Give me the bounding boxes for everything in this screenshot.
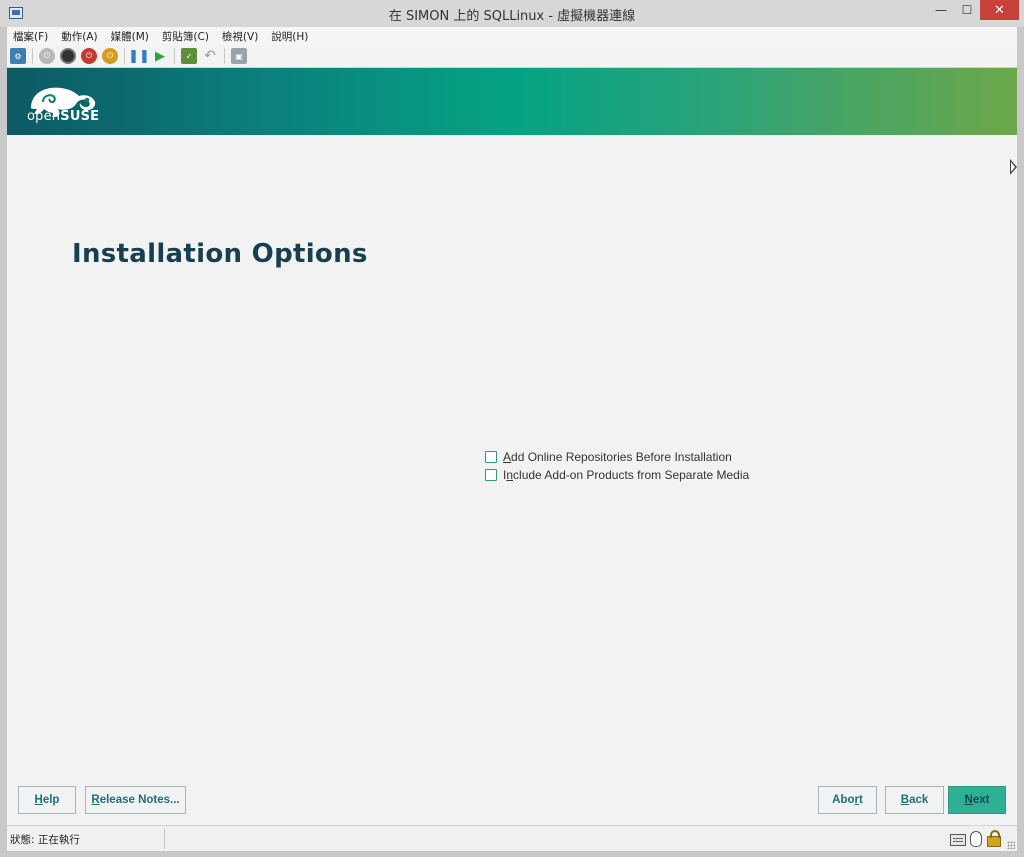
lock-icon	[987, 830, 1001, 847]
button-label: t	[859, 794, 863, 806]
status-text: 狀態: 正在執行	[10, 834, 80, 846]
checkbox-box[interactable]	[485, 451, 497, 463]
ctrl-alt-del-icon[interactable]: ⚙	[10, 48, 26, 64]
page-title: Installation Options	[72, 239, 368, 269]
menu-action[interactable]: 動作(A)	[61, 29, 97, 44]
status-divider	[164, 829, 165, 849]
button-label: Abo	[832, 794, 855, 806]
save-icon[interactable]: ⏻	[102, 48, 118, 64]
menu-help[interactable]: 說明(H)	[271, 29, 308, 44]
window-title-bar[interactable]: 在 SIMON 上的 SQLLinux - 虛擬機器連線 — ☐ ✕	[0, 0, 1024, 27]
checkbox-box[interactable]	[485, 469, 497, 481]
menu-bar: 檔案(F) 動作(A) 媒體(M) 剪貼簿(C) 檢視(V) 說明(H)	[7, 27, 1017, 45]
menu-media[interactable]: 媒體(M)	[111, 29, 149, 44]
toolbar-separator	[124, 48, 125, 64]
button-accelerator: B	[900, 794, 910, 806]
minimize-button[interactable]: —	[928, 0, 954, 20]
revert-icon[interactable]: ↶	[202, 48, 218, 64]
help-button[interactable]: Help	[18, 786, 76, 814]
next-button[interactable]: Next	[948, 786, 1006, 814]
enhanced-session-icon[interactable]: ▣	[231, 48, 247, 64]
vm-connection-window: 檔案(F) 動作(A) 媒體(M) 剪貼簿(C) 檢視(V) 說明(H) ⚙ ⏻…	[7, 27, 1017, 851]
resume-icon[interactable]: ▶	[152, 48, 168, 64]
toolbar-separator	[32, 48, 33, 64]
shutdown-icon[interactable]: ⏻	[81, 48, 97, 64]
label-post: clude Add-on Products from Separate Medi…	[513, 468, 750, 482]
button-label: ext	[972, 794, 990, 806]
mouse-icon	[970, 831, 982, 847]
status-bar: 狀態: 正在執行	[7, 825, 1017, 851]
button-label: ack	[909, 794, 929, 806]
maximize-button[interactable]: ☐	[954, 0, 980, 20]
opensuse-wordmark: openSUSE	[27, 109, 99, 124]
opensuse-banner: openSUSE	[7, 68, 1017, 135]
button-accelerator: H	[34, 794, 43, 806]
abort-button[interactable]: Abo r t	[818, 786, 877, 814]
menu-file[interactable]: 檔案(F)	[13, 29, 48, 44]
label-post: dd Online Repositories Before Installati…	[511, 450, 732, 464]
button-label: elease Notes...	[99, 794, 180, 806]
menu-clipboard[interactable]: 剪貼簿(C)	[162, 29, 209, 44]
checkpoint-icon[interactable]: ✓	[181, 48, 197, 64]
pause-icon[interactable]: ❚❚	[128, 48, 150, 64]
close-button[interactable]: ✕	[980, 0, 1019, 20]
keyboard-icon	[950, 834, 966, 846]
label-accelerator: A	[503, 450, 512, 464]
button-accelerator: N	[964, 794, 973, 806]
button-accelerator: R	[91, 794, 100, 806]
guest-screen[interactable]: openSUSE Installation Options Add Online…	[7, 68, 1017, 825]
button-label: elp	[42, 794, 60, 806]
start-icon[interactable]: ⏻	[39, 48, 55, 64]
toolbar: ⚙ ⏻ ⏻ ⏻ ❚❚ ▶ ✓ ↶ ▣	[7, 45, 1017, 68]
include-addon-products-checkbox[interactable]: Include Add-on Products from Separate Me…	[485, 468, 749, 482]
mouse-cursor-icon	[1010, 159, 1017, 175]
checkbox-label: Add Online Repositories Before Installat…	[503, 450, 732, 464]
back-button[interactable]: Back	[885, 786, 944, 814]
wordmark-open: open	[27, 109, 61, 124]
checkbox-label: Include Add-on Products from Separate Me…	[503, 468, 749, 482]
toolbar-separator	[224, 48, 225, 64]
menu-view[interactable]: 檢視(V)	[222, 29, 258, 44]
toolbar-separator	[174, 48, 175, 64]
resize-grip-icon[interactable]	[1007, 841, 1015, 849]
add-online-repositories-checkbox[interactable]: Add Online Repositories Before Installat…	[485, 450, 732, 464]
wordmark-suse: SUSE	[60, 109, 100, 124]
window-title: 在 SIMON 上的 SQLLinux - 虛擬機器連線	[388, 9, 636, 24]
release-notes-button[interactable]: Release Notes...	[85, 786, 186, 814]
turn-off-icon[interactable]	[60, 48, 76, 64]
